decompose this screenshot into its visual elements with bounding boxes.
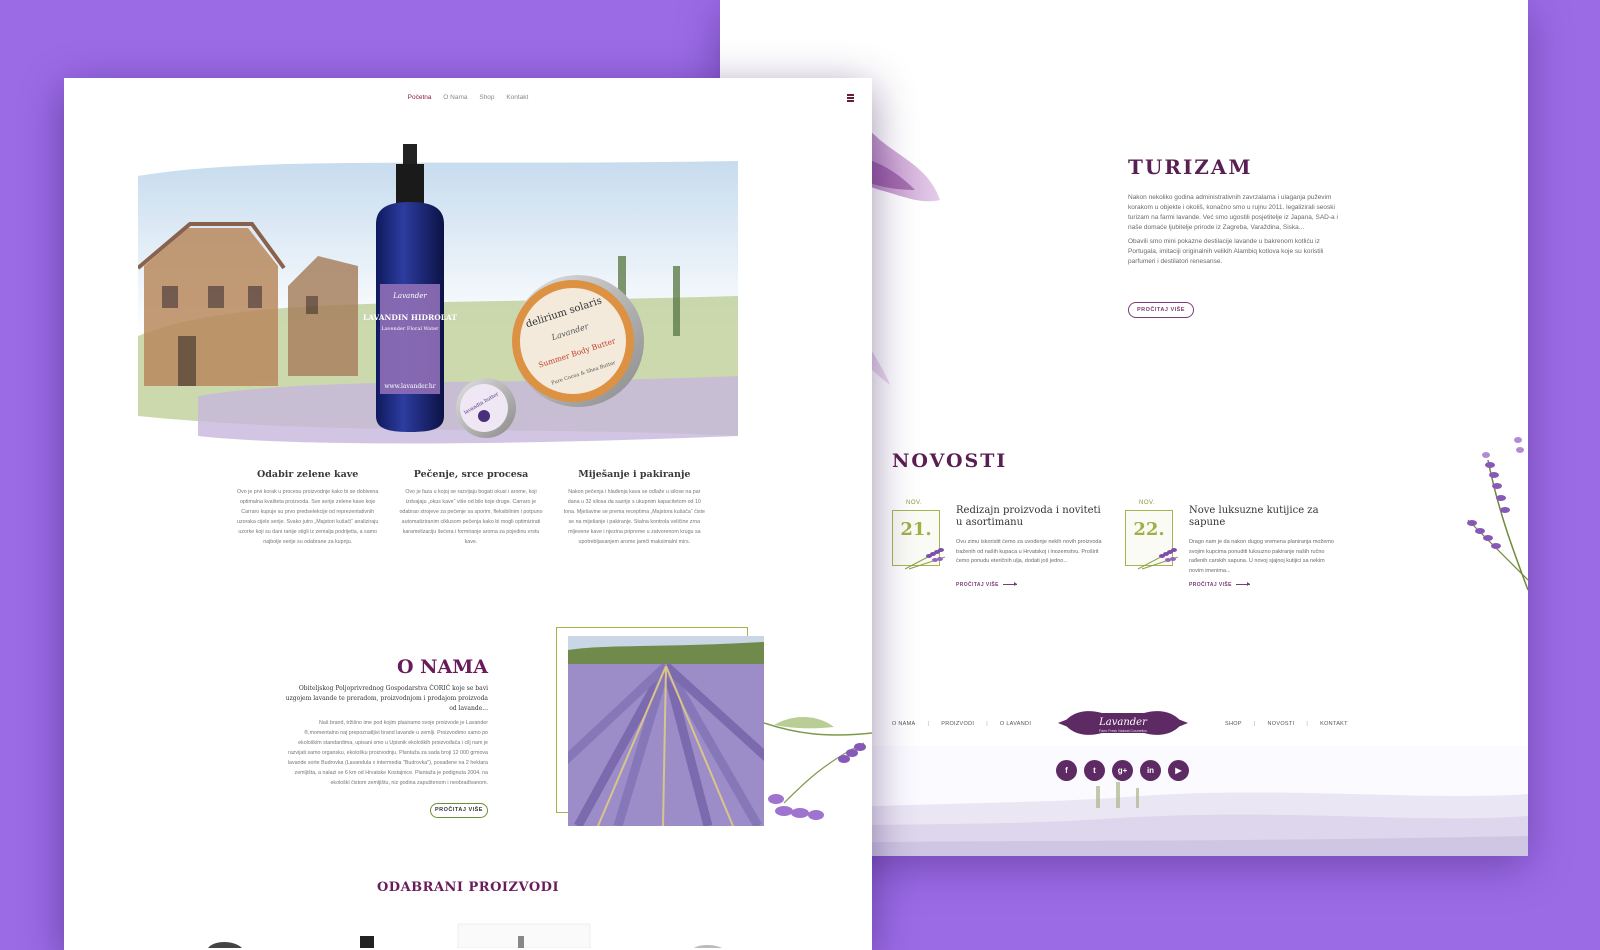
news-excerpt: Drago nam je da nakon dugog vremena plan…: [1189, 539, 1334, 574]
top-navigation: Početna O Nama Shop Kontakt: [64, 94, 872, 101]
news-date-box: 22.: [1125, 510, 1179, 570]
feature-text: Ovo je prvi korak u procesu proizvodnje …: [237, 489, 379, 545]
news-title[interactable]: Nove luksuzne kutijice za sapune: [1189, 505, 1339, 529]
lavander-logo[interactable]: Lavander Farm Fresh Natural Cosmetics: [1058, 705, 1188, 741]
news-day: 21.: [900, 519, 932, 540]
process-features: Odabir zelene kave Ovo je prvi korak u p…: [236, 469, 706, 547]
turizam-paragraph-1: Nakon nekoliko godina administrativnih z…: [1128, 194, 1338, 231]
home-page-mockup: Početna O Nama Shop Kontakt Lavander LAV…: [64, 78, 872, 950]
o-nama-body: Naš brand, tržišno ime pod kojim plasira…: [287, 720, 488, 786]
o-nama-title: O NAMA: [396, 656, 488, 678]
news-day: 22.: [1133, 519, 1165, 540]
linkedin-icon[interactable]: in: [1140, 760, 1161, 781]
product-thumbnails-peek: [208, 923, 722, 948]
arrow-right-icon: [1002, 582, 1017, 587]
youtube-icon[interactable]: ▶: [1168, 760, 1189, 781]
news-excerpt: Ovu zimu iskoristit ćemo za uvođenje nek…: [956, 539, 1102, 564]
turizam-paragraph-2: Obavili smo mini pokazne destilacije lav…: [1128, 238, 1324, 265]
hero-product-illustration: Lavander LAVANDIN HIDROLAT Lavender Flor…: [138, 144, 738, 444]
footer-link-o-nama[interactable]: O NAMA: [892, 721, 916, 727]
footer-nav-left: O NAMA | PROIZVODI | O LAVANDI: [892, 721, 1031, 727]
feature-card: Pečenje, srce procesa Ovo je faza u kojo…: [399, 469, 542, 547]
nav-item-kontakt[interactable]: Kontakt: [506, 94, 528, 101]
o-nama-lead: Obiteljskog Poljoprivrednog Gospodarstva…: [285, 685, 488, 712]
turizam-title: TURIZAM: [1128, 155, 1253, 179]
bottle-url: www.lavander.hr: [384, 383, 435, 390]
nav-item-shop[interactable]: Shop: [479, 94, 494, 101]
footer-separator: |: [1306, 721, 1309, 727]
lavender-field-photo: [568, 636, 764, 826]
news-month: NOV.: [1139, 500, 1156, 506]
odabrani-proizvodi-title: ODABRANI PROIZVODI: [376, 880, 560, 895]
footer-link-shop[interactable]: SHOP: [1225, 721, 1242, 727]
social-links: f t g+ in ▶: [1056, 760, 1189, 781]
logo-text: Lavander: [1098, 717, 1148, 728]
footer-link-proizvodi[interactable]: PROIZVODI: [941, 721, 974, 727]
footer-nav-right: SHOP | NOVOSTI | KONTAKT: [1225, 721, 1348, 727]
news-title[interactable]: Redizajn proizvoda i noviteti u asortima…: [956, 505, 1106, 529]
footer-link-kontakt[interactable]: KONTAKT: [1320, 721, 1348, 727]
footer-separator: |: [986, 721, 988, 727]
nav-item-pocetna[interactable]: Početna: [408, 94, 432, 101]
news-month: NOV.: [906, 500, 923, 506]
feature-title: Pečenje, srce procesa: [413, 469, 529, 480]
lavender-sprig-icon: [904, 548, 946, 570]
novosti-title: NOVOSTI: [892, 450, 1008, 472]
footer-link-novosti[interactable]: NOVOSTI: [1268, 721, 1295, 727]
news-read-more-label: PROČITAJ VIŠE: [1189, 582, 1232, 588]
lavender-sprig-icon: [1137, 548, 1179, 570]
googleplus-icon[interactable]: g+: [1112, 760, 1133, 781]
bottle-label: LAVANDIN HIDROLAT: [363, 313, 457, 322]
lavender-sprig-decoration: [764, 716, 872, 820]
footer-link-o-lavandi[interactable]: O LAVANDI: [1000, 721, 1031, 727]
arrow-right-icon: [1235, 582, 1250, 587]
footer-separator: |: [927, 721, 930, 727]
feature-text: Nakon pečenja i hlađenja kava se odlaže …: [563, 489, 705, 545]
feature-card: Odabir zelene kave Ovo je prvi korak u p…: [236, 469, 379, 547]
news-item: NOV. 21. Redizajn proizvoda i noviteti u…: [892, 500, 1102, 610]
menu-icon[interactable]: [847, 94, 854, 103]
turizam-read-more-button[interactable]: PROČITAJ VIŠE: [1128, 302, 1194, 318]
o-nama-read-more-button[interactable]: PROČITAJ VIŠE: [430, 803, 488, 818]
facebook-icon[interactable]: f: [1056, 760, 1077, 781]
lavender-branch-decoration: [1467, 437, 1528, 591]
feature-card: Miješanje i pakiranje Nakon pečenja i hl…: [563, 469, 706, 547]
feature-text: Ovo je faza u kojoj se razvijaju bogati …: [399, 489, 543, 545]
nav-item-o-nama[interactable]: O Nama: [443, 94, 467, 101]
news-item: NOV. 22. Nove luksuzne kutijice za sapun…: [1125, 500, 1335, 610]
feature-title: Miješanje i pakiranje: [578, 469, 691, 480]
news-read-more-link[interactable]: PROČITAJ VIŠE: [956, 582, 1017, 588]
feature-title: Odabir zelene kave: [257, 469, 359, 480]
news-read-more-label: PROČITAJ VIŠE: [956, 582, 999, 588]
news-date-box: 21.: [892, 510, 946, 570]
footer-separator: |: [1253, 721, 1256, 727]
bottle-sub: Lavender Floral Water: [381, 326, 439, 332]
bottle-brand: Lavander: [392, 292, 427, 300]
twitter-icon[interactable]: t: [1084, 760, 1105, 781]
news-read-more-link[interactable]: PROČITAJ VIŠE: [1189, 582, 1250, 588]
turizam-text: Nakon nekoliko godina administrativnih z…: [1128, 193, 1350, 267]
logo-subtext: Farm Fresh Natural Cosmetics: [1099, 729, 1147, 733]
